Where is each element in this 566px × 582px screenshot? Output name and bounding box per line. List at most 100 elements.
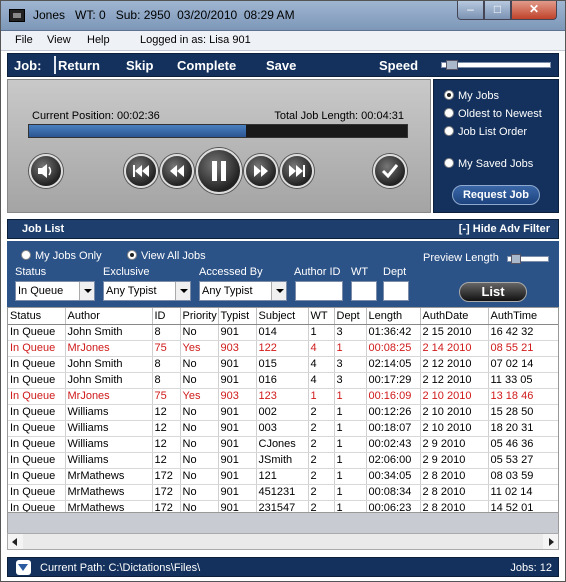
chevron-down-icon[interactable] bbox=[175, 282, 190, 300]
exclusive-select[interactable]: Any Typist bbox=[103, 281, 191, 301]
volume-button[interactable] bbox=[29, 154, 63, 188]
column-header[interactable]: AuthDate bbox=[420, 308, 489, 325]
radio-dot[interactable] bbox=[21, 250, 31, 260]
table-cell: 2 8 2010 bbox=[420, 468, 489, 485]
complete-check-button[interactable] bbox=[373, 154, 407, 188]
request-job-button[interactable]: Request Job bbox=[452, 185, 540, 205]
radio-my-jobs-only[interactable]: My Jobs Only bbox=[21, 250, 102, 262]
table-cell: 901 bbox=[218, 484, 257, 501]
menu-help[interactable]: Help bbox=[87, 34, 110, 46]
radio-oldest-to-newest[interactable]: Oldest to Newest bbox=[444, 108, 542, 120]
table-cell: 901 bbox=[218, 372, 257, 389]
column-header[interactable]: Status bbox=[8, 308, 66, 325]
table-row[interactable]: In Queue Williams 12 No 901 002 2 1 00:12:26 2 10… bbox=[8, 404, 558, 421]
skip-button[interactable]: Skip bbox=[126, 58, 153, 73]
table-cell: 2 10 2010 bbox=[420, 388, 489, 405]
table-cell: In Queue bbox=[8, 484, 66, 501]
table-row[interactable]: In Queue Williams 12 No 901 003 2 1 00:18:07 2 10… bbox=[8, 420, 558, 437]
table-cell: 13 18 46 bbox=[488, 388, 558, 405]
table-row[interactable]: In Queue Williams 12 No 901 CJones 2 1 00:02:43 2… bbox=[8, 436, 558, 453]
preview-slider-knob[interactable] bbox=[511, 254, 521, 264]
radio-view-all-jobs[interactable]: View All Jobs bbox=[127, 250, 206, 262]
table-row[interactable]: In Queue MrJones 75 Yes 903 122 4 1 00:08:25 2 14… bbox=[8, 340, 558, 357]
return-button[interactable]: Return bbox=[58, 58, 100, 73]
radio-my-saved-jobs[interactable]: My Saved Jobs bbox=[444, 158, 533, 170]
status-select[interactable]: In Queue bbox=[15, 281, 95, 301]
column-header[interactable]: Dept bbox=[334, 308, 367, 325]
list-button[interactable]: List bbox=[459, 282, 527, 302]
table-cell: 8 bbox=[152, 356, 181, 373]
skip-forward-icon bbox=[289, 165, 305, 177]
maximize-button[interactable]: □ bbox=[484, 1, 511, 20]
column-header[interactable]: Length bbox=[366, 308, 421, 325]
pause-button[interactable] bbox=[196, 148, 242, 194]
table-row[interactable]: In Queue John Smith 8 No 901 014 1 3 01:36:42 2 1… bbox=[8, 324, 558, 341]
table-cell: 2 8 2010 bbox=[420, 484, 489, 501]
table-cell: 2 bbox=[308, 452, 335, 469]
horizontal-scrollbar[interactable] bbox=[7, 533, 559, 550]
scroll-left-icon[interactable] bbox=[8, 534, 23, 549]
column-header[interactable]: Typist bbox=[218, 308, 257, 325]
window-title: Jones WT: 0 Sub: 2950 03/20/2010 08:29 A… bbox=[33, 8, 295, 22]
chevron-down-icon[interactable] bbox=[271, 282, 286, 300]
table-row[interactable]: In Queue John Smith 8 No 901 015 4 3 02:14:05 2 1… bbox=[8, 356, 558, 373]
table-cell: Williams bbox=[65, 452, 153, 469]
table-cell: 01:36:42 bbox=[366, 324, 421, 341]
dept-input[interactable] bbox=[383, 281, 409, 301]
wt-input[interactable] bbox=[351, 281, 377, 301]
table-cell: 1 bbox=[308, 324, 335, 341]
radio-dot[interactable] bbox=[444, 158, 454, 168]
speed-slider[interactable] bbox=[441, 60, 551, 70]
radio-my-jobs[interactable]: My Jobs bbox=[444, 90, 499, 102]
table-cell: Yes bbox=[180, 340, 219, 357]
table-cell: 1 bbox=[334, 500, 367, 512]
rewind-button[interactable] bbox=[160, 154, 194, 188]
column-header[interactable]: AuthTime bbox=[488, 308, 558, 325]
progress-bar[interactable] bbox=[28, 124, 408, 138]
save-button[interactable]: Save bbox=[266, 58, 296, 73]
table-cell: 2 bbox=[308, 404, 335, 421]
column-header[interactable]: Author bbox=[65, 308, 153, 325]
table-cell: JSmith bbox=[256, 452, 309, 469]
radio-saved-jobs-label: My Saved Jobs bbox=[458, 158, 534, 170]
scroll-right-icon[interactable] bbox=[543, 534, 558, 549]
complete-button[interactable]: Complete bbox=[177, 58, 236, 73]
skip-to-start-button[interactable] bbox=[124, 154, 158, 188]
radio-dot[interactable] bbox=[444, 108, 454, 118]
radio-dot-selected[interactable] bbox=[444, 90, 454, 100]
table-cell: MrMathews bbox=[65, 500, 153, 512]
menu-view[interactable]: View bbox=[47, 34, 71, 46]
menu-file[interactable]: File bbox=[15, 34, 33, 46]
radio-dot-selected[interactable] bbox=[127, 250, 137, 260]
title-bar: Jones WT: 0 Sub: 2950 03/20/2010 08:29 A… bbox=[1, 1, 565, 31]
table-row[interactable]: In Queue MrMathews 172 No 901 231547 2 1 00:06:2… bbox=[8, 500, 558, 512]
accessed-by-select[interactable]: Any Typist bbox=[199, 281, 287, 301]
column-header[interactable]: Priority bbox=[180, 308, 219, 325]
speed-slider-knob[interactable] bbox=[446, 60, 458, 70]
preview-length-slider[interactable] bbox=[507, 254, 549, 264]
column-header[interactable]: Subject bbox=[256, 308, 309, 325]
close-button[interactable]: ✕ bbox=[511, 1, 557, 20]
skip-to-end-button[interactable] bbox=[280, 154, 314, 188]
table-cell: 00:17:29 bbox=[366, 372, 421, 389]
table-cell: 901 bbox=[218, 468, 257, 485]
author-id-input[interactable] bbox=[295, 281, 343, 301]
hide-adv-filter-toggle[interactable]: [-] Hide Adv Filter bbox=[459, 223, 550, 235]
table-row[interactable]: In Queue Williams 12 No 901 JSmith 2 1 02:06:00 2… bbox=[8, 452, 558, 469]
radio-dot[interactable] bbox=[444, 126, 454, 136]
chevron-down-icon[interactable] bbox=[16, 560, 31, 575]
column-header[interactable]: ID bbox=[152, 308, 181, 325]
column-header[interactable]: WT bbox=[308, 308, 335, 325]
table-cell: Williams bbox=[65, 436, 153, 453]
minimize-button[interactable]: – bbox=[457, 1, 484, 20]
fast-forward-button[interactable] bbox=[244, 154, 278, 188]
table-row[interactable]: In Queue MrMathews 172 No 901 451231 2 1 00:08:3… bbox=[8, 484, 558, 501]
table-row[interactable]: In Queue MrJones 75 Yes 903 123 1 1 00:16:09 2 10… bbox=[8, 388, 558, 405]
table-cell: 1 bbox=[334, 388, 367, 405]
chevron-down-icon[interactable] bbox=[79, 282, 94, 300]
table-row[interactable]: In Queue MrMathews 172 No 901 121 2 1 00:34:05 2 … bbox=[8, 468, 558, 485]
table-row[interactable]: In Queue John Smith 8 No 901 016 4 3 00:17:29 2 1… bbox=[8, 372, 558, 389]
radio-job-list-order[interactable]: Job List Order bbox=[444, 126, 527, 138]
table-cell: 08 03 59 bbox=[488, 468, 558, 485]
advanced-filter-panel: My Jobs Only View All Jobs Preview Lengt… bbox=[7, 241, 559, 307]
